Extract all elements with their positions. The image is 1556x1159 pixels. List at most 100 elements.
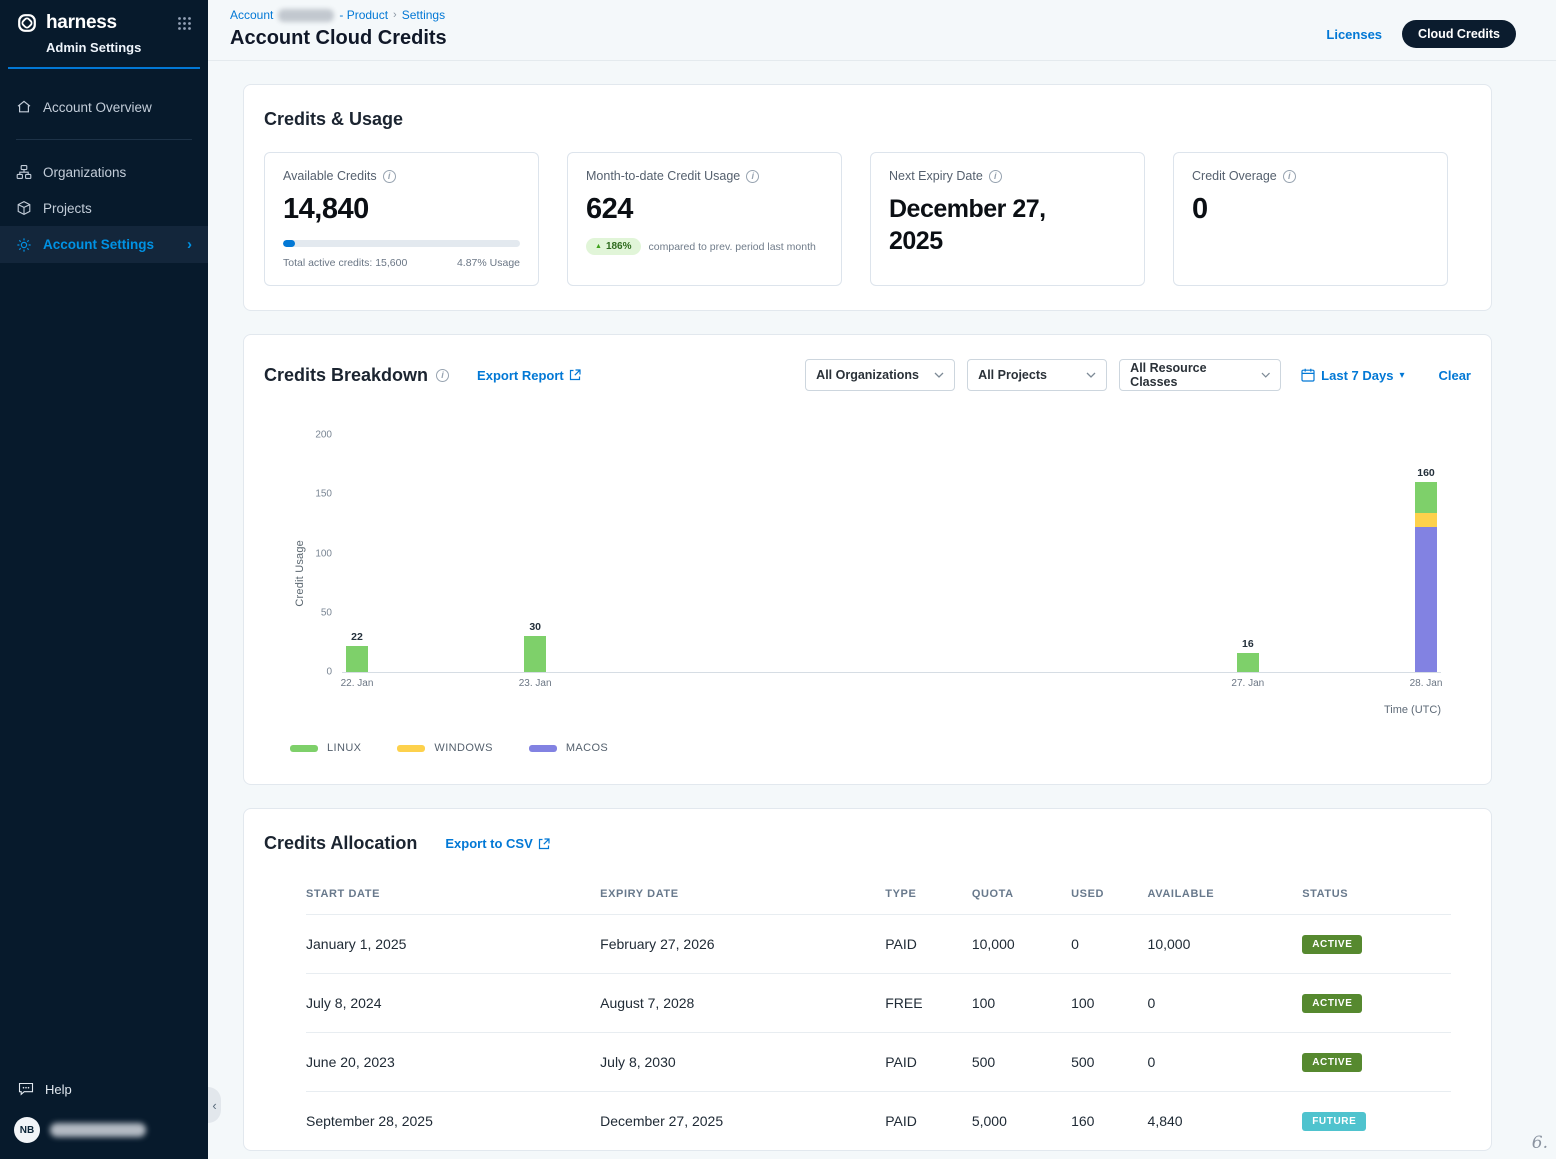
bar-value-label: 160 [1417, 467, 1435, 479]
sidebar-item-label: Account Settings [43, 237, 154, 252]
table-cell: February 27, 2026 [600, 915, 885, 974]
chart-plot: 223016160 050100150200 [342, 435, 1441, 673]
bar-stack[interactable]: 22 [346, 631, 368, 672]
export-csv-link[interactable]: Export to CSV [445, 836, 549, 851]
projects-icon [16, 200, 32, 216]
home-icon [16, 99, 32, 115]
column-header: QUOTA [972, 880, 1071, 915]
user-row[interactable]: NB [0, 1109, 208, 1147]
organizations-filter-select[interactable]: All Organizations [805, 359, 955, 391]
breadcrumb-settings[interactable]: Settings [402, 8, 445, 22]
legend-item-windows[interactable]: WINDOWS [397, 742, 492, 754]
y-tick-label: 200 [315, 430, 332, 441]
sidebar-header: harness Admin Settings [8, 0, 200, 69]
available-credits-value: 14,840 [283, 193, 520, 226]
table-cell: 0 [1148, 1033, 1303, 1092]
legend-item-macos[interactable]: MACOS [529, 742, 608, 754]
stat-label: Credit Overage [1192, 169, 1277, 183]
mtd-usage-value: 624 [586, 193, 823, 226]
total-active-credits: Total active credits: 15,600 [283, 257, 407, 269]
sidebar-nav: Account Overview Organizations Projects [0, 89, 208, 263]
table-row: January 1, 2025February 27, 2026PAID10,0… [306, 915, 1451, 974]
y-tick-label: 100 [315, 548, 332, 559]
help-button[interactable]: Help [0, 1069, 208, 1109]
table-cell: January 1, 2025 [306, 915, 600, 974]
info-icon[interactable]: i [1283, 170, 1296, 183]
bar-segment-linux [1415, 482, 1437, 513]
chevron-down-icon [1086, 372, 1096, 378]
table-cell: PAID [885, 1092, 972, 1151]
next-expiry-value: December 27, 2025 [889, 193, 1089, 257]
legend-swatch [529, 745, 557, 752]
sidebar-item-account-settings[interactable]: Account Settings › [0, 226, 208, 263]
info-icon[interactable]: i [383, 170, 396, 183]
bar-stack[interactable]: 16 [1237, 638, 1259, 672]
caret-down-icon: ▾ [1399, 370, 1404, 381]
x-axis-title: Time (UTC) [342, 704, 1441, 716]
credits-progress-track [283, 240, 520, 247]
bar-stack[interactable]: 30 [524, 621, 546, 672]
legend-label: MACOS [566, 742, 608, 754]
table-row: September 28, 2025December 27, 2025PAID5… [306, 1092, 1451, 1151]
breadcrumb-product[interactable]: - Product [339, 8, 388, 22]
x-axis-labels: 22. Jan23. Jan27. Jan28. Jan [357, 678, 1426, 696]
stat-label: Available Credits [283, 169, 377, 183]
resource-classes-filter-select[interactable]: All Resource Classes [1119, 359, 1281, 391]
clear-filters-link[interactable]: Clear [1438, 368, 1471, 383]
allocation-table-head: START DATEEXPIRY DATETYPEQUOTAUSEDAVAILA… [306, 880, 1451, 915]
table-cell: ACTIVE [1302, 1033, 1451, 1092]
info-icon[interactable]: i [746, 170, 759, 183]
date-range-label: Last 7 Days [1321, 368, 1393, 383]
allocation-table: START DATEEXPIRY DATETYPEQUOTAUSEDAVAILA… [306, 880, 1451, 1150]
brand-name: harness [46, 12, 117, 34]
bar-segment-linux [1237, 653, 1259, 672]
credits-allocation-title: Credits Allocation [264, 833, 417, 854]
table-cell: FREE [885, 974, 972, 1033]
bar-stack[interactable]: 160 [1415, 467, 1437, 672]
credit-overage-value: 0 [1192, 193, 1429, 226]
bar-segment-windows [1415, 513, 1437, 527]
chevron-down-icon [934, 372, 944, 378]
stat-label: Month-to-date Credit Usage [586, 169, 740, 183]
table-cell: PAID [885, 1033, 972, 1092]
legend-label: LINUX [327, 742, 361, 754]
bar-value-label: 30 [529, 621, 541, 633]
page-title: Account Cloud Credits [230, 27, 447, 50]
sidebar-bottom: Help NB [0, 1069, 208, 1159]
export-report-link[interactable]: Export Report [477, 368, 581, 383]
info-icon[interactable]: i [436, 369, 449, 382]
main-content: Account - Product › Settings Account Clo… [208, 0, 1556, 1159]
allocation-table-body: January 1, 2025February 27, 2026PAID10,0… [306, 915, 1451, 1151]
cloud-credits-button[interactable]: Cloud Credits [1402, 20, 1516, 48]
sidebar-item-organizations[interactable]: Organizations [0, 154, 208, 190]
y-axis-title: Credit Usage [294, 540, 306, 607]
avatar[interactable]: NB [14, 1117, 40, 1143]
apps-grid-icon[interactable] [177, 16, 192, 31]
trend-badge: ▲ 186% [586, 238, 641, 255]
chevron-right-icon: › [187, 236, 192, 253]
usage-percent: 4.87% Usage [457, 257, 520, 269]
projects-filter-select[interactable]: All Projects [967, 359, 1107, 391]
chart-bars: 223016160 [357, 435, 1426, 672]
table-cell: 100 [1071, 974, 1147, 1033]
legend-item-linux[interactable]: LINUX [290, 742, 361, 754]
breadcrumb-separator-icon: › [393, 9, 397, 21]
table-cell: July 8, 2030 [600, 1033, 885, 1092]
sidebar-item-projects[interactable]: Projects [0, 190, 208, 226]
sidebar-item-label: Account Overview [43, 100, 152, 115]
sidebar-item-account-overview[interactable]: Account Overview [0, 89, 208, 125]
licenses-link[interactable]: Licenses [1326, 27, 1382, 42]
info-icon[interactable]: i [989, 170, 1002, 183]
status-badge: FUTURE [1302, 1112, 1366, 1131]
status-badge: ACTIVE [1302, 1053, 1362, 1072]
table-cell: 0 [1148, 974, 1303, 1033]
table-cell: 0 [1071, 915, 1147, 974]
date-range-picker[interactable]: Last 7 Days ▾ [1301, 368, 1404, 383]
external-link-icon [569, 369, 581, 381]
credits-progress-fill [283, 240, 295, 247]
breadcrumb-account[interactable]: Account [230, 8, 273, 22]
organizations-icon [16, 164, 32, 180]
breadcrumb: Account - Product › Settings [230, 8, 447, 22]
status-badge: ACTIVE [1302, 935, 1362, 954]
bar-segment-linux [346, 646, 368, 672]
